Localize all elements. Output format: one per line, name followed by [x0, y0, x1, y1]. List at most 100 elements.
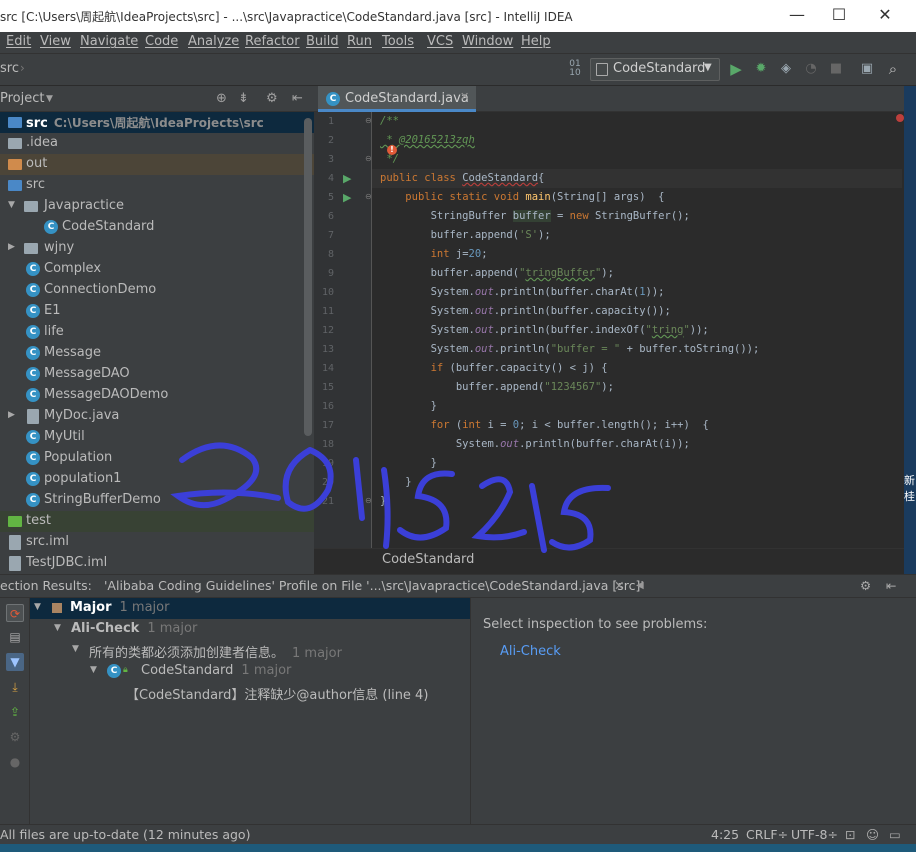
menu-edit[interactable]: Edit — [6, 34, 31, 49]
search-icon[interactable]: ⌕ — [884, 60, 902, 78]
coverage-icon[interactable]: ◈ — [777, 60, 795, 78]
locate-icon[interactable]: ⊕ — [216, 91, 227, 106]
tree-item-test[interactable]: test — [0, 511, 314, 532]
warning-bulb-icon[interactable]: ! — [387, 145, 397, 155]
rerun-icon[interactable]: ⟳ — [6, 604, 24, 622]
menu-run[interactable]: Run — [347, 34, 372, 49]
close-icon[interactable]: ✕ — [614, 578, 624, 593]
menu-window[interactable]: Window — [462, 34, 513, 49]
status-message[interactable]: All files are up-to-date (12 minutes ago… — [0, 827, 250, 842]
tree-item-messagedaodemo[interactable]: C MessageDAODemo — [0, 385, 314, 406]
tree-item-label: Ali-Check 1 major — [71, 621, 198, 636]
collapsed-arrow-icon[interactable]: ▶ — [8, 242, 15, 252]
tree-item-connectiondemo[interactable]: C ConnectionDemo — [0, 280, 314, 301]
caret-position[interactable]: 4:25 — [711, 827, 739, 842]
tree-item-src[interactable]: src — [0, 175, 314, 196]
gear-icon[interactable]: ⚙ — [860, 578, 871, 593]
maximize-button[interactable]: ☐ — [816, 4, 862, 28]
expanded-arrow-icon[interactable]: ▼ — [72, 644, 79, 654]
collapsed-arrow-icon[interactable]: ▶ — [8, 410, 15, 420]
run-gutter-icon[interactable]: ▶ — [343, 172, 351, 185]
group-icon[interactable]: ▤ — [6, 628, 24, 646]
tree-item-stringbufferdemo[interactable]: C StringBufferDemo — [0, 490, 314, 511]
profile-icon[interactable]: ◔ — [802, 60, 820, 78]
bulb-icon[interactable]: ● — [6, 753, 24, 771]
expanded-arrow-icon[interactable]: ▼ — [8, 200, 15, 210]
tree-item-population1[interactable]: C population1 — [0, 469, 314, 490]
menu-build[interactable]: Build — [306, 34, 339, 49]
inspection-profile-tab[interactable]: 'Alibaba Coding Guidelines' Profile on F… — [104, 578, 644, 593]
menu-help[interactable]: Help — [521, 34, 551, 49]
ali-check-link[interactable]: Ali-Check — [500, 644, 561, 659]
run-gutter-icon[interactable]: ▶ — [343, 191, 351, 204]
close-button[interactable]: ✕ — [862, 4, 908, 28]
run-configuration-select[interactable]: CodeStandard ▼ — [590, 58, 720, 81]
hide-panel-icon[interactable]: ⇤ — [292, 91, 303, 106]
tree-item-message[interactable]: C Message — [0, 343, 314, 364]
line-number: 6 — [327, 211, 334, 222]
fold-icon[interactable]: ⊖ — [365, 116, 372, 125]
menu-code[interactable]: Code — [145, 34, 178, 49]
menu-vcs[interactable]: VCS — [427, 34, 453, 49]
tree-item-testjdbc-iml[interactable]: TestJDBC.iml — [0, 553, 314, 574]
file-encoding[interactable]: UTF-8÷ — [791, 827, 838, 842]
project-structure-icon[interactable]: ▣ — [858, 60, 876, 78]
tree-item-mydoc[interactable]: ▶ MyDoc.java — [0, 406, 314, 427]
hide-panel-icon[interactable]: ⇤ — [886, 578, 896, 593]
chevron-down-icon[interactable]: ▼ — [46, 94, 53, 104]
menu-tools[interactable]: Tools — [382, 34, 414, 49]
error-stripe-icon[interactable] — [896, 114, 904, 122]
nav-breadcrumb-src[interactable]: src — [0, 61, 19, 76]
inspection-row-major[interactable]: ▼ Major 1 major — [30, 598, 470, 619]
gear-icon[interactable]: ⚙ — [266, 91, 278, 106]
tree-item-out[interactable]: out — [0, 154, 314, 175]
settings-icon[interactable]: ⚙ — [6, 728, 24, 746]
menu-analyze[interactable]: Analyze — [188, 34, 239, 49]
tree-item-wjny[interactable]: ▶ wjny — [0, 238, 314, 259]
menu-view[interactable]: View — [40, 34, 71, 49]
tree-item-population[interactable]: C Population — [0, 448, 314, 469]
debug-icon[interactable]: ✹ — [752, 60, 770, 78]
tree-item-label: src — [26, 177, 45, 192]
line-separator[interactable]: CRLF÷ — [746, 827, 788, 842]
line-number: 7 — [327, 230, 334, 241]
project-scrollbar[interactable] — [304, 118, 312, 436]
tree-item-src-iml[interactable]: src.iml — [0, 532, 314, 553]
collapse-all-icon[interactable]: ⇟ — [238, 91, 249, 106]
tree-item-codestandard[interactable]: C CodeStandard — [0, 217, 314, 238]
menu-refactor[interactable]: Refactor — [245, 34, 300, 49]
fold-icon[interactable]: ⊖ — [365, 496, 372, 505]
filter-icon[interactable]: ▼ — [6, 653, 24, 671]
run-icon[interactable]: ▶ — [727, 60, 745, 78]
tree-item-myutil[interactable]: C MyUtil — [0, 427, 314, 448]
expanded-arrow-icon[interactable]: ▼ — [54, 623, 61, 633]
fold-icon[interactable]: ⊖ — [365, 154, 372, 163]
breadcrumb-item[interactable]: CodeStandard — [382, 552, 474, 567]
close-icon[interactable]: ✕ — [460, 90, 469, 103]
menu-navigate[interactable]: Navigate — [80, 34, 138, 49]
stop-icon[interactable]: ■ — [827, 60, 845, 78]
tree-item-root[interactable]: src C:\Users\周起航\IdeaProjects\src — [0, 112, 314, 133]
menu-bar: Edit View Navigate Code Analyze Refactor… — [0, 32, 916, 54]
class-icon: C — [26, 283, 40, 297]
build-counter-icon[interactable]: 01 10 — [566, 60, 584, 78]
scroll-left-icon[interactable]: ◀ — [636, 580, 644, 591]
tree-item-javapractice[interactable]: ▼ Javapractice — [0, 196, 314, 217]
tree-item-e1[interactable]: C E1 — [0, 301, 314, 322]
fold-icon[interactable]: ⊖ — [365, 192, 372, 201]
code-editor[interactable]: /** * @20165213zqh */ ! public class Cod… — [372, 112, 902, 548]
export-html-icon[interactable]: ⇪ — [6, 703, 24, 721]
tab-codestandard-java[interactable]: C CodeStandard.java ✕ — [318, 86, 476, 112]
expanded-arrow-icon[interactable]: ▼ — [34, 602, 41, 612]
expanded-arrow-icon[interactable]: ▼ — [90, 665, 97, 675]
export-icon[interactable]: ⤓ — [6, 678, 24, 696]
tree-item-life[interactable]: C life — [0, 322, 314, 343]
project-view-title[interactable]: Project — [0, 91, 44, 106]
tree-item-idea[interactable]: .idea — [0, 133, 314, 154]
event-log-icon[interactable]: ▭ — [889, 827, 901, 842]
lock-icon[interactable]: ⊡ — [845, 827, 855, 842]
hector-icon[interactable]: ☺ — [866, 827, 879, 842]
tree-item-complex[interactable]: C Complex — [0, 259, 314, 280]
tree-item-messagedao[interactable]: C MessageDAO — [0, 364, 314, 385]
minimize-button[interactable]: — — [774, 4, 820, 28]
